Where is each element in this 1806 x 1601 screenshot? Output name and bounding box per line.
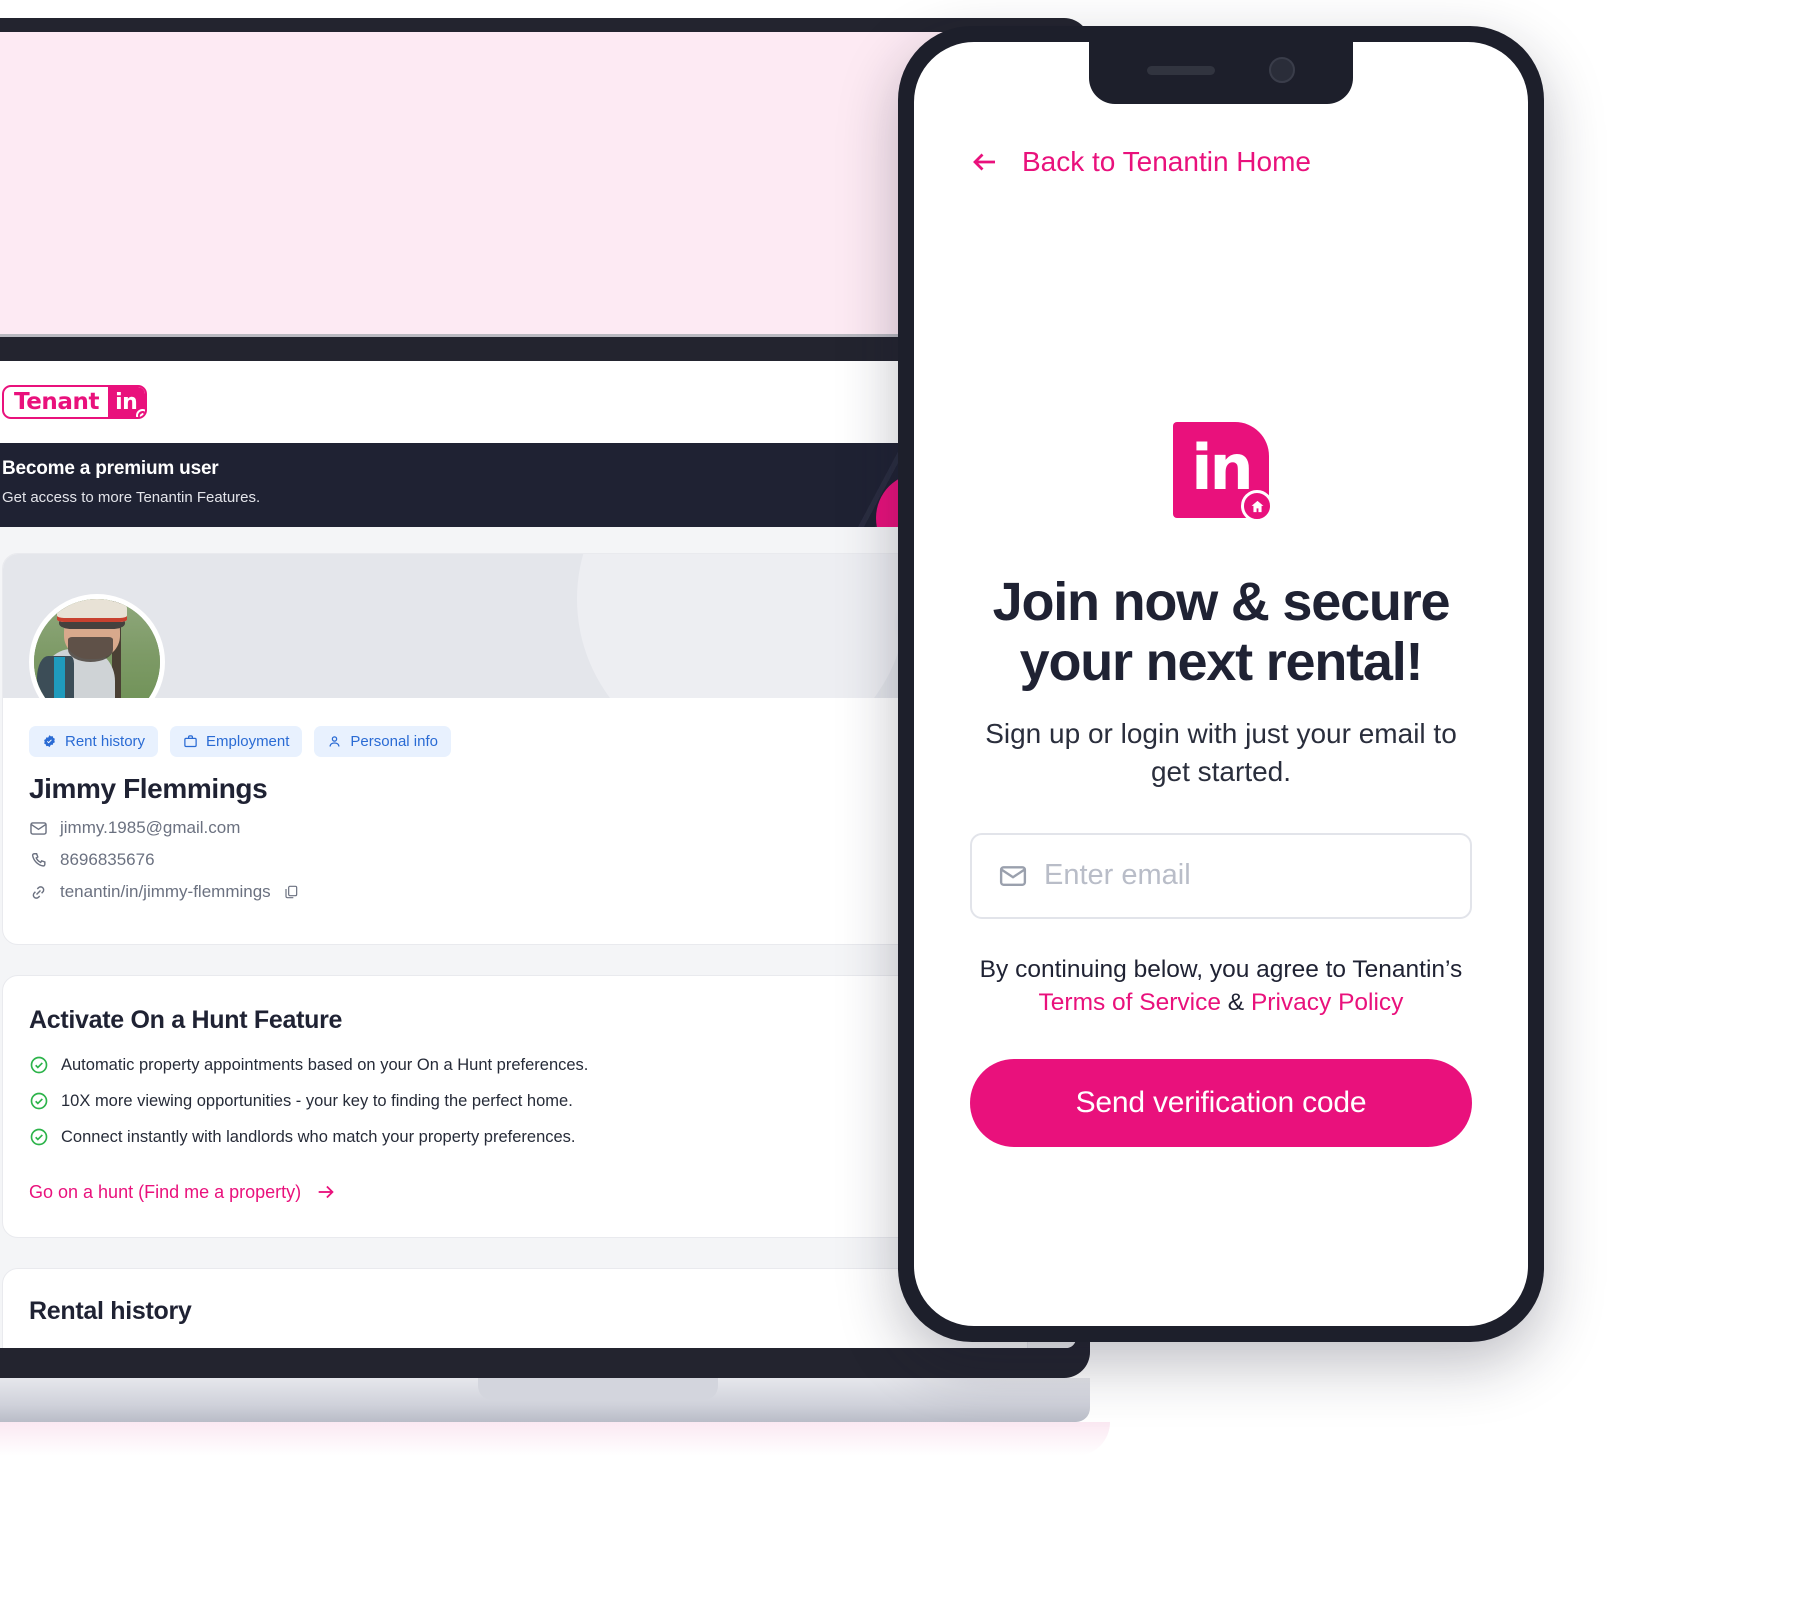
badge-label: Employment <box>206 733 290 750</box>
phone-camera-icon <box>1269 57 1295 83</box>
signup-subline: Sign up or login with just your email to… <box>985 717 1457 787</box>
hunt-title: Activate On a Hunt Feature <box>29 1006 343 1034</box>
terms-of-service-link[interactable]: Terms of Service <box>1039 989 1221 1016</box>
profile-card: Vie <box>2 553 1028 945</box>
arrow-left-icon <box>973 153 995 171</box>
hunt-feature-card: Activate On a Hunt Feature Automatic pro… <box>2 975 1028 1238</box>
profile-cover: Vie <box>3 554 1027 698</box>
profile-email: jimmy.1985@gmail.com <box>60 818 241 837</box>
hunt-feature-item: Automatic property appointments based on… <box>29 1055 1001 1075</box>
app-logo-glyph: in <box>1191 431 1253 504</box>
home-badge-icon <box>1241 490 1273 522</box>
email-input-wrapper[interactable] <box>970 832 1472 919</box>
check-circle-icon <box>30 1092 48 1110</box>
phone-screen: Back to Tenantin Home in Join now & secu… <box>914 42 1528 1326</box>
arrow-right-icon <box>318 1185 334 1199</box>
profile-phone: 8696835676 <box>60 850 155 869</box>
person-icon <box>329 736 340 747</box>
privacy-policy-link[interactable]: Privacy Policy <box>1251 989 1403 1016</box>
logo-in-mark: in <box>108 387 146 417</box>
terms-ampersand: & <box>1227 988 1245 1016</box>
laptop-base-notch <box>478 1378 718 1400</box>
logo-wordmark: Tenant <box>14 389 100 415</box>
hunt-feature-text: Automatic property appointments based on… <box>61 1055 589 1074</box>
phone-notch <box>1089 42 1353 104</box>
avatar <box>29 594 165 698</box>
badge-employment[interactable]: Employment <box>170 726 303 757</box>
send-verification-code-button[interactable]: Send verification code <box>970 1058 1472 1147</box>
mockup-stage: Tenant in Become a premium user Get acce… <box>0 0 1806 1601</box>
signup-headline: Join now & secure your next rental! <box>992 572 1451 693</box>
cover-circle-decoration <box>577 554 907 698</box>
check-circle-icon <box>30 1128 48 1146</box>
profile-badges: Rent history Employment Personal info <box>29 726 1001 757</box>
phone-mockup: Back to Tenantin Home in Join now & secu… <box>898 26 1544 1342</box>
badge-label: Rent history <box>65 733 146 750</box>
back-to-home-label: Back to Tenantin Home <box>1022 146 1311 177</box>
go-on-a-hunt-label: Go on a hunt (Find me a property) <box>29 1181 302 1202</box>
signup-panel: in Join now & secure your next rental! S… <box>914 222 1528 1147</box>
rental-history-card: Rental history <box>2 1268 1028 1348</box>
profile-name: Jimmy Flemmings <box>29 773 268 804</box>
mail-icon <box>999 865 1027 886</box>
profile-url-row[interactable]: tenantin/in/jimmy-flemmings <box>29 882 1001 902</box>
tenantin-logo[interactable]: Tenant in <box>2 385 148 419</box>
verified-badge-icon <box>44 735 55 748</box>
badge-personal-info[interactable]: Personal info <box>314 726 451 757</box>
hunt-feature-item: 10X more viewing opportunities - your ke… <box>29 1091 1001 1111</box>
badge-rent-history[interactable]: Rent history <box>29 726 159 757</box>
briefcase-icon <box>184 735 197 748</box>
back-to-home-link[interactable]: Back to Tenantin Home <box>970 146 1311 178</box>
mail-icon <box>30 821 47 835</box>
hunt-feature-text: Connect instantly with landlords who mat… <box>61 1127 576 1146</box>
phone-speaker <box>1147 65 1215 75</box>
profile-url: tenantin/in/jimmy-flemmings <box>60 882 271 901</box>
check-circle-icon <box>30 1056 48 1074</box>
terms-lead: By continuing below, you agree to Tenant… <box>979 955 1463 983</box>
copy-icon[interactable] <box>283 884 299 900</box>
hunt-feature-item: Connect instantly with landlords who mat… <box>29 1127 1001 1147</box>
badge-label: Personal info <box>350 733 438 750</box>
hunt-feature-text: 10X more viewing opportunities - your ke… <box>61 1091 573 1110</box>
rental-history-title: Rental history <box>29 1297 192 1325</box>
profile-card-body: Rent history Employment Personal info Ji… <box>3 698 1027 944</box>
link-icon <box>32 885 45 899</box>
tenantin-app-logo: in <box>1173 422 1273 522</box>
email-input[interactable] <box>1044 859 1444 893</box>
logo-in-text: in <box>115 389 138 415</box>
laptop-shadow <box>0 1422 1110 1456</box>
terms-text: By continuing below, you agree to Tenant… <box>980 953 1463 1019</box>
go-on-a-hunt-link[interactable]: Go on a hunt (Find me a property) <box>29 1181 337 1203</box>
profile-phone-row: 8696835676 <box>29 850 1001 870</box>
profile-email-row: jimmy.1985@gmail.com <box>29 818 1001 838</box>
rental-history-body: Rental history <box>3 1269 1027 1348</box>
phone-icon <box>31 852 46 867</box>
hunt-card-body: Activate On a Hunt Feature Automatic pro… <box>3 976 1027 1237</box>
registered-mark-icon <box>136 409 146 417</box>
